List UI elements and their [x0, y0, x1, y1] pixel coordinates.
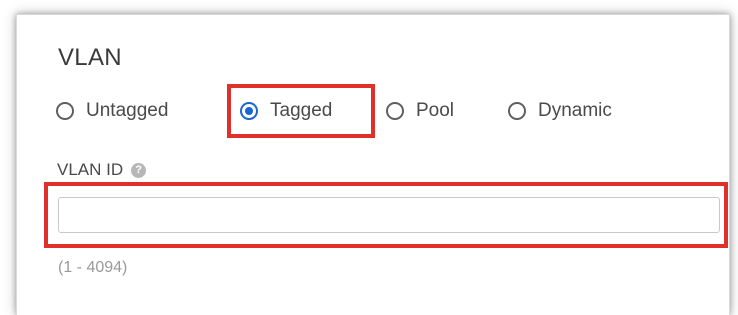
radio-pool[interactable]: Pool	[386, 96, 454, 126]
radio-untagged-circle-icon[interactable]	[56, 102, 74, 120]
vlan-id-field-label: VLAN ID ?	[57, 160, 147, 180]
radio-untagged-label: Untagged	[86, 100, 169, 121]
radio-pool-circle-icon[interactable]	[386, 102, 404, 120]
vlan-id-label-text: VLAN ID	[57, 160, 124, 179]
radio-dynamic-label: Dynamic	[538, 100, 612, 121]
vlan-id-input[interactable]	[58, 197, 720, 233]
radio-dynamic[interactable]: Dynamic	[508, 96, 612, 126]
radio-pool-label: Pool	[416, 100, 455, 121]
question-mark-icon[interactable]: ?	[131, 162, 147, 178]
vlan-id-range-hint: (1 - 4094)	[58, 259, 128, 276]
tagged-highlight-box	[227, 84, 375, 138]
radio-untagged[interactable]: Untagged	[56, 96, 168, 126]
screenshot-frame: VLAN Untagged Tagged Pool Dynamic VLAN I…	[0, 0, 738, 315]
section-title: VLAN	[58, 44, 122, 71]
radio-dynamic-circle-icon[interactable]	[508, 102, 526, 120]
